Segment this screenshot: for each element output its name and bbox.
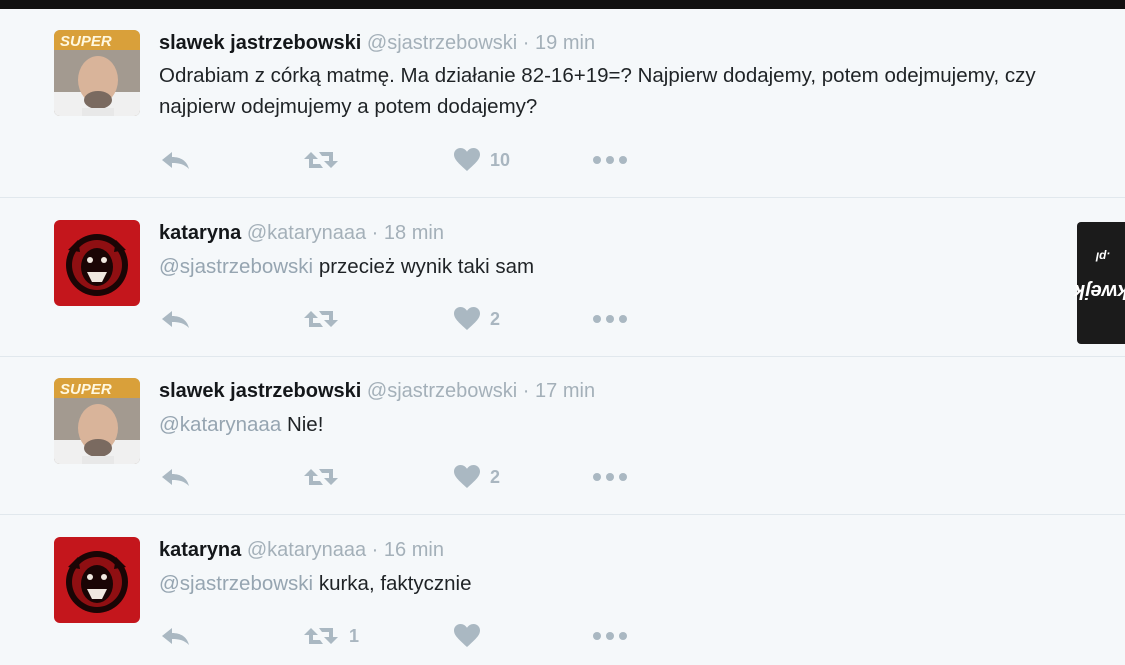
retweet-button[interactable] [303, 462, 349, 492]
like-button[interactable]: 10 [454, 145, 510, 175]
tweet-header: slawek jastrzebowski @sjastrzebowski · 1… [159, 379, 595, 403]
more-button[interactable] [592, 621, 628, 651]
heart-icon [454, 148, 480, 171]
tweet-text: @sjastrzebowski kurka, faktycznie [159, 568, 1079, 599]
reply-button[interactable] [159, 462, 193, 492]
like-count: 10 [490, 149, 511, 170]
separator-dot: · [522, 380, 530, 402]
mention-link[interactable]: @sjastrzebowski [159, 572, 313, 595]
like-button[interactable]: 2 [454, 462, 500, 492]
reply-button[interactable] [159, 621, 193, 651]
tweet-actions: 1 [159, 621, 659, 651]
tweet-header: kataryna @katarynaaa · 18 min [159, 221, 444, 245]
more-icon [593, 632, 627, 640]
separator-dot: · [371, 222, 379, 244]
watermark-tld: .pl [1095, 248, 1110, 263]
author-name[interactable]: kataryna [159, 539, 241, 561]
author-name[interactable]: slawek jastrzebowski [159, 380, 361, 402]
reply-icon [162, 311, 189, 328]
heart-icon [454, 465, 480, 488]
author-name[interactable]: slawek jastrzebowski [159, 32, 361, 54]
like-count: 2 [490, 308, 501, 329]
tweet-body: Odrabiam z córką matmę. Ma działanie 82-… [159, 64, 1036, 118]
reply-icon [162, 152, 189, 169]
timestamp[interactable]: 19 min [535, 32, 595, 54]
retweet-button[interactable]: 1 [303, 621, 359, 651]
retweet-button[interactable] [303, 145, 349, 175]
tweet-body: przecież wynik taki sam [318, 255, 535, 278]
tweet-text: @katarynaaa Nie! [159, 409, 1079, 440]
svg-text:SUPER: SUPER [60, 381, 112, 398]
avatar[interactable]: SUPER [54, 378, 140, 464]
tweet-body: Nie! [286, 413, 324, 436]
tweet-header: kataryna @katarynaaa · 16 min [159, 538, 444, 562]
mention-link[interactable]: @katarynaaa [159, 413, 281, 436]
author-handle[interactable]: @sjastrzebowski [367, 32, 517, 54]
avatar[interactable]: SUPER [54, 30, 140, 116]
bald-man-avatar: SUPER [54, 30, 140, 116]
watermark-brand: kwejk [1073, 279, 1125, 302]
retweet-count: 1 [349, 625, 360, 646]
more-button[interactable] [592, 145, 628, 175]
tweet: kataryna @katarynaaa · 16 min @sjastrzeb… [0, 515, 1125, 665]
timestamp[interactable]: 17 min [535, 380, 595, 402]
like-button[interactable] [454, 621, 490, 651]
reply-icon [162, 628, 189, 645]
retweet-icon [304, 628, 338, 644]
tweet-header: slawek jastrzebowski @sjastrzebowski · 1… [159, 31, 595, 55]
red-bear-avatar [54, 537, 140, 623]
author-handle[interactable]: @katarynaaa [247, 222, 366, 244]
tweet-actions: 2 [159, 462, 659, 492]
heart-icon [454, 624, 480, 647]
more-icon [593, 315, 627, 323]
author-name[interactable]: kataryna [159, 222, 241, 244]
avatar[interactable] [54, 537, 140, 623]
reply-icon [162, 469, 189, 486]
red-bear-avatar [54, 220, 140, 306]
tweet-actions: 10 [159, 145, 659, 175]
retweet-icon [304, 152, 338, 168]
kwejk-watermark: kwejk .pl [1074, 222, 1125, 344]
bald-man-avatar: SUPER [54, 378, 140, 464]
author-handle[interactable]: @katarynaaa [247, 539, 366, 561]
separator-dot: · [522, 32, 530, 54]
watermark-text: kwejk .pl [1074, 248, 1125, 317]
top-bar [0, 0, 1125, 9]
heart-icon [454, 307, 480, 330]
retweet-icon [304, 469, 338, 485]
tweet: SUPER slawek jastrzebowski @sjastrzebows… [0, 357, 1125, 515]
like-button[interactable]: 2 [454, 304, 500, 334]
tweet: SUPER slawek jastrzebowski @sjastrzebows… [0, 9, 1125, 198]
more-icon [593, 156, 627, 164]
tweet: kataryna @katarynaaa · 18 min @sjastrzeb… [0, 198, 1125, 357]
retweet-icon [304, 311, 338, 327]
mention-link[interactable]: @sjastrzebowski [159, 255, 313, 278]
more-button[interactable] [592, 462, 628, 492]
avatar[interactable] [54, 220, 140, 306]
retweet-button[interactable] [303, 304, 349, 334]
more-icon [593, 473, 627, 481]
svg-text:SUPER: SUPER [60, 33, 112, 50]
tweet-actions: 2 [159, 304, 659, 334]
more-button[interactable] [592, 304, 628, 334]
reply-button[interactable] [159, 145, 193, 175]
separator-dot: · [371, 539, 379, 561]
author-handle[interactable]: @sjastrzebowski [367, 380, 517, 402]
tweet-text: @sjastrzebowski przecież wynik taki sam [159, 251, 1079, 282]
timestamp[interactable]: 18 min [384, 222, 444, 244]
tweet-text: Odrabiam z córką matmę. Ma działanie 82-… [159, 60, 1079, 122]
timestamp[interactable]: 16 min [384, 539, 444, 561]
like-count: 2 [490, 466, 501, 487]
reply-button[interactable] [159, 304, 193, 334]
tweet-body: kurka, faktycznie [318, 572, 472, 595]
